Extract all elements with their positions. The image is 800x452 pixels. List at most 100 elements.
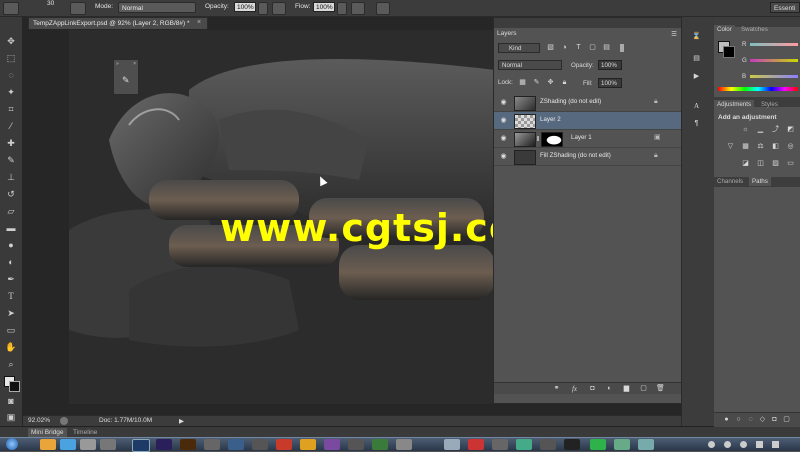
taskbar-zbrush-icon[interactable] [444,439,460,450]
visibility-eye-icon[interactable]: ◉ [499,152,508,161]
taskbar-photoshop-icon[interactable] [132,439,150,452]
tray-icon[interactable] [724,441,731,448]
filter-type-icon[interactable]: T [574,44,583,52]
paragraph-panel-icon[interactable]: ¶ [692,120,701,128]
layers-panel-menu-icon[interactable]: ☰ [671,30,677,38]
stroke-path-icon[interactable]: ○ [734,416,743,424]
taskbar-app-icon[interactable] [228,439,244,450]
background-color-swatch[interactable] [9,381,20,392]
tray-volume-icon[interactable] [772,441,779,448]
healing-brush-tool-icon[interactable]: ✚ [5,137,17,149]
filter-shape-icon[interactable]: ▢ [588,44,597,52]
taskbar-app-icon[interactable] [396,439,412,450]
hue-saturation-icon[interactable]: ▦ [741,143,750,151]
tab-timeline[interactable]: Timeline [70,428,100,437]
actions-panel-icon[interactable]: ▶ [692,73,701,81]
move-tool-icon[interactable]: ✥ [5,35,17,47]
taskbar-app-icon[interactable] [204,439,220,450]
eraser-tool-icon[interactable]: ▱ [5,205,17,217]
opacity-slider-icon[interactable] [258,2,268,15]
taskbar-illustrator-icon[interactable] [180,439,196,450]
exposure-icon[interactable]: ◩ [786,126,795,134]
eyedropper-tool-icon[interactable]: ⁄ [5,120,17,132]
magic-wand-tool-icon[interactable]: ✦ [5,86,17,98]
layer-mask-link-icon[interactable] [537,136,539,141]
color-balance-icon[interactable]: ⚖ [756,143,765,151]
filter-pixel-icon[interactable]: ▧ [546,44,555,52]
taskbar-app-icon[interactable] [80,439,96,450]
tab-styles[interactable]: Styles [758,100,781,109]
taskbar-explorer-icon[interactable] [40,439,56,450]
brush-panel-icon[interactable] [70,2,86,15]
pressure-opacity-icon[interactable] [272,2,286,15]
workspace-switcher[interactable]: Essenti [770,2,800,13]
marquee-tool-icon[interactable]: ⬚ [5,52,17,64]
new-layer-icon[interactable]: ▢ [639,385,648,393]
taskbar-app-icon[interactable] [372,439,388,450]
tray-icon[interactable] [740,441,747,448]
taskbar-app-icon[interactable] [252,439,268,450]
status-menu-arrow-icon[interactable]: ▶ [179,417,184,425]
taskbar-app-icon[interactable] [276,439,292,450]
path-selection-tool-icon[interactable]: ➤ [5,307,17,319]
brush-preset-icon[interactable] [3,2,19,15]
black-white-icon[interactable]: ◧ [771,143,780,151]
mini-panel-close-icon[interactable]: × [133,61,136,67]
photo-filter-icon[interactable]: ◎ [786,143,795,151]
taskbar-app-icon[interactable] [540,439,556,450]
brush-tool-icon[interactable]: ✎ [5,154,17,166]
curves-icon[interactable]: ⤴ [771,126,780,134]
opacity-field[interactable]: 100% [234,2,256,12]
history-panel-icon[interactable]: ⌛ [692,33,701,41]
tray-network-icon[interactable] [756,441,763,448]
delete-layer-icon[interactable]: 🗑︎ [656,385,665,393]
brush-preset-icon[interactable]: ✎ [122,74,131,86]
vibrance-icon[interactable]: ▽ [726,143,735,151]
lock-all-icon[interactable]: 🔒︎ [560,79,569,87]
character-panel-icon[interactable]: A [692,102,701,110]
lock-position-icon[interactable]: ✥ [546,79,555,87]
pressure-size-icon[interactable] [376,2,390,15]
layer-row-fill-zshading[interactable]: ◉ Fill ZShading (do not edit) 🔒︎ [494,148,681,166]
mini-panel-collapse-icon[interactable]: » [116,61,119,67]
visibility-eye-icon[interactable]: ◉ [499,116,508,125]
color-spectrum-bar[interactable] [718,87,798,91]
channel-g-slider[interactable] [750,59,798,62]
flow-slider-icon[interactable] [337,2,347,15]
filter-adjustment-icon[interactable]: ◑ [560,44,569,52]
taskbar-browser-icon[interactable] [60,439,76,450]
type-tool-icon[interactable]: T [5,290,17,302]
gradient-map-icon[interactable]: ▭ [786,160,795,168]
load-selection-icon[interactable]: ◌ [746,416,755,424]
tab-mini-bridge[interactable]: Mini Bridge [28,428,67,437]
new-adjustment-icon[interactable]: ◐ [605,385,614,393]
make-work-path-icon[interactable]: ◇ [758,416,767,424]
filter-toggle-switch[interactable] [620,44,624,52]
levels-icon[interactable]: ▁ [756,126,765,134]
quick-mask-icon[interactable]: ◙ [5,395,17,407]
add-mask-icon[interactable]: ◘ [588,385,597,393]
tab-color[interactable]: Color [714,25,735,34]
visibility-eye-icon[interactable]: ◉ [499,134,508,143]
flow-field[interactable]: 100% [313,2,335,12]
tray-icon[interactable] [708,441,715,448]
filter-smart-object-icon[interactable]: ▤ [602,44,611,52]
taskbar-app-icon[interactable] [100,439,116,450]
taskbar-app-icon[interactable] [468,439,484,450]
hand-tool-icon[interactable]: ✋ [5,341,17,353]
tab-channels[interactable]: Channels [714,177,746,186]
taskbar-app-icon[interactable] [300,439,316,450]
new-group-icon[interactable]: ▆ [622,385,631,393]
taskbar-app-icon[interactable] [638,439,654,450]
layer-opacity-field[interactable]: 100% [598,60,622,70]
layer-row-layer-1[interactable]: ◉ Layer 1 ▣ [494,130,681,148]
brush-size-value[interactable]: 30 [47,0,54,7]
document-tab-close-icon[interactable]: × [197,17,201,29]
lock-transparent-icon[interactable]: ▦ [518,79,527,87]
fill-field[interactable]: 100% [598,78,622,88]
tab-adjustments[interactable]: Adjustments [714,100,755,109]
clone-stamp-tool-icon[interactable]: ⊥ [5,171,17,183]
brightness-contrast-icon[interactable]: ☼ [741,126,750,134]
channel-r-slider[interactable] [750,43,798,46]
layer-row-zshading[interactable]: ◉ ZShading (do not edit) 🔒︎ [494,94,681,112]
